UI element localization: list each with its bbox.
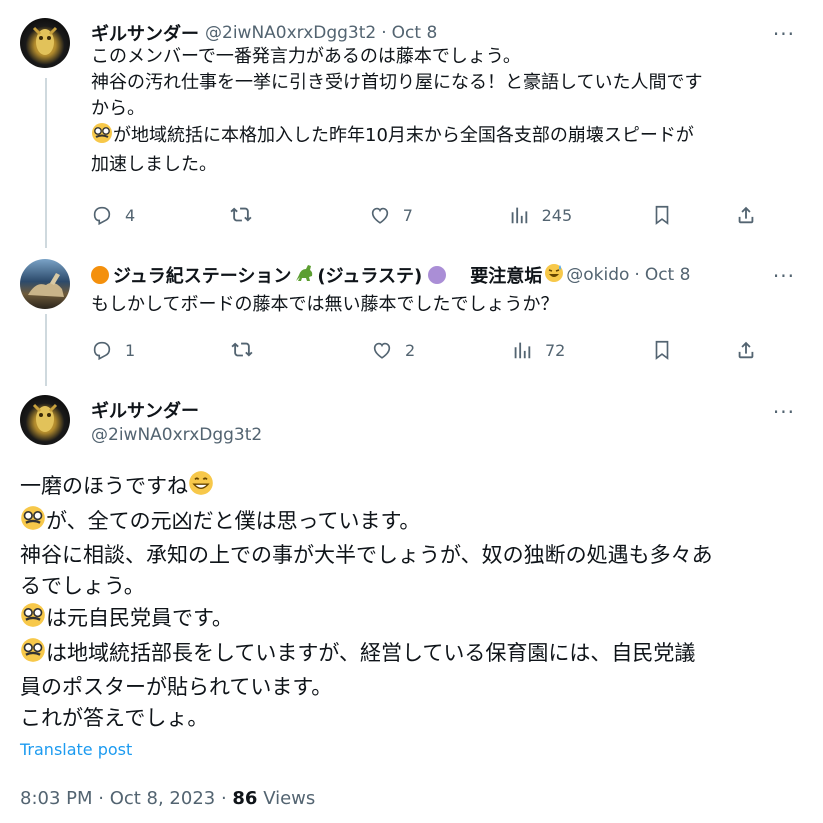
text-line: 一磨のほうですね [20,470,800,505]
avatar[interactable] [20,18,70,68]
retweet-button[interactable] [231,339,291,361]
dinosaur-icon [293,263,315,288]
like-count: 2 [405,340,416,360]
tweet-text: もしかしてボードの藤本では無い藤本でしたでしょうか？ [91,292,791,318]
tweet-text: 一磨のほうですね が、全ての元凶だと僕は思っています。 神谷に相談、承知の上での… [20,470,800,734]
author-handle[interactable]: @okido [566,265,629,285]
author-name[interactable]: ギルサンダー [91,397,199,423]
warning-label: 要注意垢 [470,266,543,287]
retweet-icon [230,207,252,222]
text-line: 加速しました。 [91,154,217,175]
more-icon[interactable]: ··· [773,264,795,288]
grin-emoji [188,470,214,505]
text-line: が、全ての元凶だと僕は思っています。 [20,505,800,540]
text-line: 神谷の汚れ仕事を一挙に引き受け首切り屋になる！と豪語していた人間です [91,72,703,93]
sweat-laugh-emoji [544,263,564,288]
avatar[interactable] [20,395,70,445]
share-button[interactable] [735,339,795,361]
reply-icon [93,341,111,361]
tweet-header: ジュラ紀ステーション (ジュラステ) 要注意垢 @okido · Oct 8 [91,262,690,288]
bookmark-button[interactable] [651,339,711,361]
reply-count: 1 [125,340,136,360]
text-line-content: が、全ての元凶だと僕は思っています。 [46,509,421,533]
text-line: が地域統括に本格加入した昨年10月末から全国各支部の崩壊スピードが [91,122,791,152]
bookmark-icon [655,205,669,225]
like-icon [373,342,391,359]
tweet-date[interactable]: Oct 8 [392,23,438,43]
views-count: 86 [232,788,258,809]
separator: · [634,265,640,285]
author-name[interactable]: ギルサンダー [91,20,199,46]
author-name[interactable]: ジュラ紀ステーション [113,262,291,288]
more-icon[interactable]: ··· [773,400,795,424]
text-line-content: は元自民党員です。 [46,606,233,630]
text-line: から。 [91,98,145,119]
view-count: 245 [541,205,573,225]
tweet-actions: 1 2 72 [91,339,795,361]
text-line: は元自民党員です。 [20,602,800,637]
like-button[interactable]: 2 [371,339,431,361]
text-line: 神谷に相談、承知の上での事が大半でしょうが、奴の独断の処遇も多々あ [20,543,713,567]
tweet-meta: 8:03 PM · Oct 8, 2023 · 86 Views [20,788,315,809]
reply-count: 4 [125,205,136,225]
bookmark-icon [655,340,669,360]
tweet-text: このメンバーで一番発言力があるのは藤本でしょう。 神谷の汚れ仕事を一挙に引き受け… [91,44,791,178]
reply-button[interactable]: 1 [91,339,151,361]
views-icon [514,342,531,359]
tweet-header: ギルサンダー @2iwNA0xrxDgg3t2 · Oct 8 [91,20,437,46]
views-button[interactable]: 245 [508,204,573,226]
share-icon [738,341,754,359]
text-line: は地域統括部長をしていますが、経営している保育園には、自民党議 [20,637,800,672]
author-name-suffix[interactable]: (ジュラステ) [317,262,422,288]
retweet-icon [231,342,253,357]
text-line: るでしょう。 [20,574,145,598]
disguise-emoji [20,602,46,637]
text-line: もしかしてボードの藤本では無い藤本でしたでしょうか？ [91,294,559,315]
text-line: これが答えでしょ。 [20,706,209,730]
timestamp[interactable]: 8:03 PM · Oct 8, 2023 · [20,788,232,809]
disguise-emoji [91,122,113,152]
tweet-actions: 4 7 245 [91,204,795,226]
view-count: 72 [545,340,566,360]
like-count: 7 [402,205,413,225]
bookmark-button[interactable] [651,204,711,226]
purple-circle-icon [428,266,447,284]
text-line-content: 一磨のほうですね [20,474,188,498]
author-handle[interactable]: @2iwNA0xrxDgg3t2 [205,23,376,43]
text-line-content: は地域統括部長をしていますが、経営している保育園には、自民党議 [46,641,696,665]
translate-link[interactable]: Translate post [20,740,132,759]
text-line: このメンバーで一番発言力があるのは藤本でしょう。 [91,46,521,67]
text-line-content: が地域統括に本格加入した昨年10月末から全国各支部の崩壊スピードが [113,125,694,146]
separator: · [381,23,387,43]
like-icon [371,207,388,224]
reply-icon [93,206,111,226]
author-handle[interactable]: @2iwNA0xrxDgg3t2 [91,425,262,445]
tweet-date[interactable]: Oct 8 [645,265,691,285]
views-icon [511,207,527,224]
like-button[interactable]: 7 [369,204,429,226]
views-button[interactable]: 72 [511,339,571,361]
views-label: Views [257,788,316,809]
more-icon[interactable]: ··· [773,22,795,46]
share-button[interactable] [735,204,795,226]
share-group [651,204,795,226]
thread-connector [45,78,47,248]
orange-circle-icon [91,266,109,284]
text-line: 員のポスターが貼られています。 [20,675,333,699]
disguise-emoji [20,637,46,672]
share-group [651,339,795,361]
avatar[interactable] [20,259,70,309]
thread-connector [45,314,47,386]
disguise-emoji [20,505,46,540]
retweet-button[interactable] [230,204,290,226]
reply-button[interactable]: 4 [91,204,151,226]
share-icon [738,206,754,224]
